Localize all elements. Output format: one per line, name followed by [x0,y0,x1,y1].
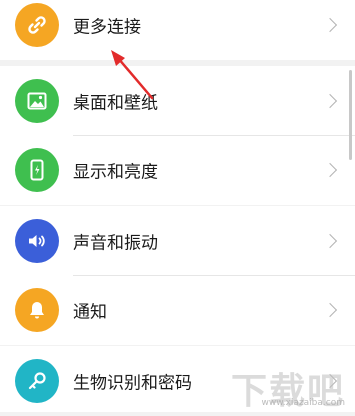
settings-item-sound-vibration[interactable]: 声音和振动 [0,206,355,276]
settings-item-wallpaper[interactable]: 桌面和壁纸 [0,66,355,136]
chevron-right-icon [322,233,338,249]
bell-icon [15,288,59,332]
image-icon [15,79,59,123]
chevron-right-icon [322,373,338,389]
settings-item-label: 生物识别和密码 [73,373,192,394]
settings-item-more-connections[interactable]: 更多连接 [0,0,355,60]
settings-item-biometrics-password[interactable]: 生物识别和密码 [0,346,355,416]
key-icon [15,359,59,403]
chevron-right-icon [322,17,338,33]
settings-item-label: 桌面和壁纸 [73,93,158,114]
settings-group-security: 生物识别和密码 [0,346,355,412]
chevron-right-icon [322,93,338,109]
scrollbar[interactable] [349,70,352,160]
speaker-icon [15,219,59,263]
settings-group-sound: 声音和振动 通知 [0,206,355,345]
link-icon [15,3,59,47]
chevron-right-icon [322,162,338,178]
settings-item-display-brightness[interactable]: 显示和亮度 [0,135,355,205]
phone-brightness-icon [15,148,59,192]
settings-group-display: 桌面和壁纸 显示和亮度 [0,66,355,205]
settings-item-label: 显示和亮度 [73,162,158,183]
settings-item-label: 声音和振动 [73,233,158,254]
settings-item-label: 通知 [73,302,107,323]
settings-item-label: 更多连接 [73,17,141,38]
settings-item-notifications[interactable]: 通知 [0,275,355,345]
chevron-right-icon [322,302,338,318]
settings-group-connections: 更多连接 [0,0,355,60]
